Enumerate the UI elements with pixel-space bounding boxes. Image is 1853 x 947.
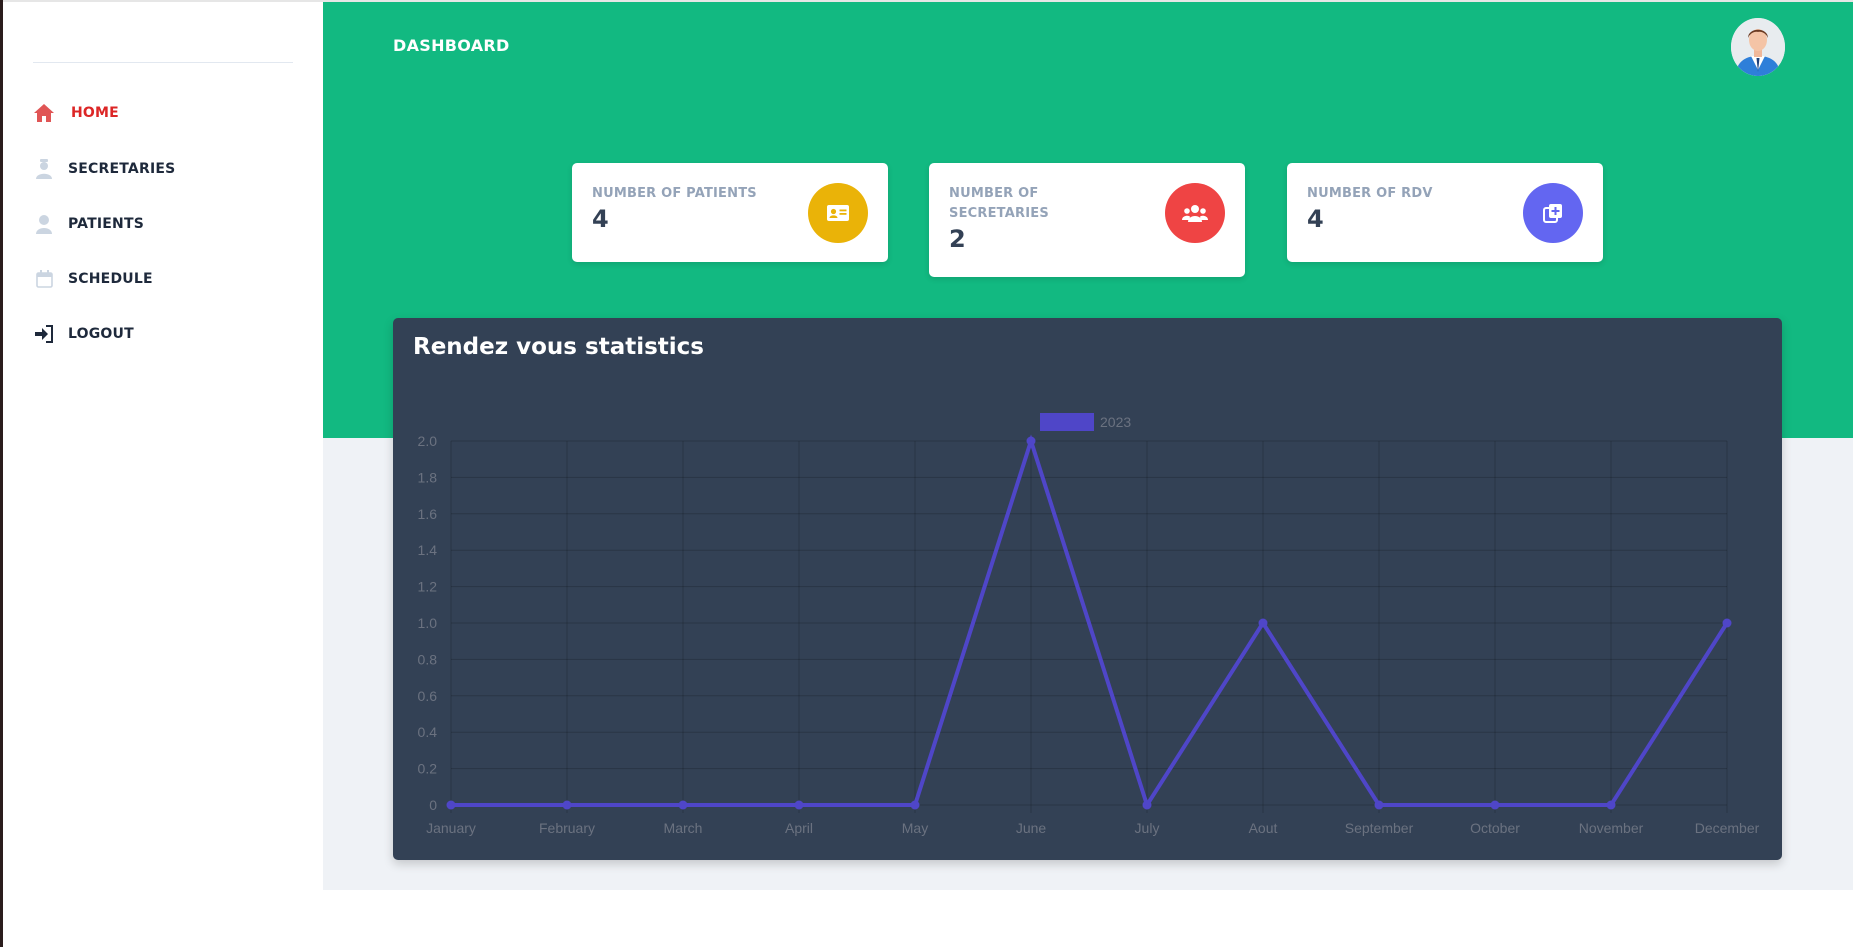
sidebar-divider [33, 62, 293, 63]
data-point [1374, 800, 1384, 810]
card-label: NUMBER OF RDV [1307, 186, 1433, 201]
x-tick-label: January [426, 820, 476, 836]
y-tick-label: 1.0 [418, 615, 438, 631]
data-point [678, 800, 688, 810]
y-tick-label: 0.8 [418, 651, 438, 667]
sidebar-item-home[interactable]: HOME [33, 98, 119, 128]
line-chart: 0 0.2 0.4 0.6 0.8 1.0 1.2 1.4 1.6 1.8 2.0 January Fe… [418, 413, 1760, 836]
x-tick-label: May [902, 820, 928, 836]
sidebar-item-logout[interactable]: LOGOUT [33, 319, 134, 349]
card-value: 4 [1307, 205, 1324, 233]
x-tick-label: Aout [1249, 820, 1278, 836]
card-value: 2 [949, 225, 966, 253]
sidebar-item-label: HOME [71, 105, 119, 121]
data-point [1490, 800, 1500, 810]
x-tick-label: June [1016, 820, 1047, 836]
x-tick-label: November [1579, 820, 1644, 836]
sidebar-item-label: PATIENTS [68, 216, 144, 232]
doctor-avatar-icon [1731, 18, 1785, 76]
y-tick-label: 1.4 [418, 542, 438, 558]
legend-label: 2023 [1100, 414, 1131, 430]
card-value: 4 [592, 205, 609, 233]
user-avatar[interactable] [1731, 18, 1785, 76]
user-icon [33, 213, 55, 235]
x-tick-label: February [539, 820, 595, 836]
data-point [794, 800, 804, 810]
data-point [1258, 618, 1268, 628]
users-icon [1165, 183, 1225, 243]
data-point [1142, 800, 1152, 810]
x-tick-label: September [1345, 820, 1414, 836]
data-point [1606, 800, 1616, 810]
sidebar-item-schedule[interactable]: SCHEDULE [33, 264, 153, 294]
sidebar-item-label: SCHEDULE [68, 271, 153, 287]
logout-icon [33, 323, 55, 345]
sidebar-item-label: SECRETARIES [68, 161, 176, 177]
x-tick-label: December [1695, 820, 1760, 836]
y-tick-label: 0.6 [418, 688, 438, 704]
data-point [446, 800, 456, 810]
stat-card-patients: NUMBER OF PATIENTS 4 [572, 163, 888, 262]
sidebar-item-label: LOGOUT [68, 326, 134, 342]
stat-card-secretaries: NUMBER OF SECRETARIES 2 [929, 163, 1245, 277]
y-tick-label: 0.2 [418, 761, 438, 777]
x-tick-label: April [785, 820, 813, 836]
y-tick-label: 1.8 [418, 469, 438, 485]
x-tick-label: March [664, 820, 703, 836]
calendar-icon [33, 268, 55, 290]
y-tick-label: 1.6 [418, 506, 438, 522]
y-tick-label: 0.4 [418, 724, 438, 740]
sidebar-item-patients[interactable]: PATIENTS [33, 209, 144, 239]
sidebar-item-secretaries[interactable]: SECRETARIES [33, 154, 175, 184]
data-point [1026, 436, 1036, 446]
secretary-icon [33, 158, 55, 180]
rdv-statistics-panel: Rendez vous statistics 0 0.2 0.4 0.6 0.8 1.0 1… [393, 318, 1782, 860]
y-tick-label: 0 [429, 797, 437, 813]
sidebar: HOME SECRETARIES PATIENTS SCHEDULE LOGOU… [3, 2, 323, 947]
x-tick-label: October [1470, 820, 1520, 836]
y-tick-label: 2.0 [418, 433, 438, 449]
x-tick-label: July [1135, 820, 1160, 836]
card-label: NUMBER OF SECRETARIES [949, 186, 1049, 221]
data-point [1722, 618, 1732, 628]
page-title: DASHBOARD [393, 36, 510, 55]
id-card-icon [808, 183, 868, 243]
card-label: NUMBER OF PATIENTS [592, 186, 757, 201]
data-point [910, 800, 920, 810]
copy-plus-icon [1523, 183, 1583, 243]
stat-card-rdv: NUMBER OF RDV 4 [1287, 163, 1603, 262]
data-point [562, 800, 572, 810]
legend-swatch [1040, 413, 1094, 431]
home-icon [33, 102, 55, 124]
y-tick-label: 1.2 [418, 579, 438, 595]
